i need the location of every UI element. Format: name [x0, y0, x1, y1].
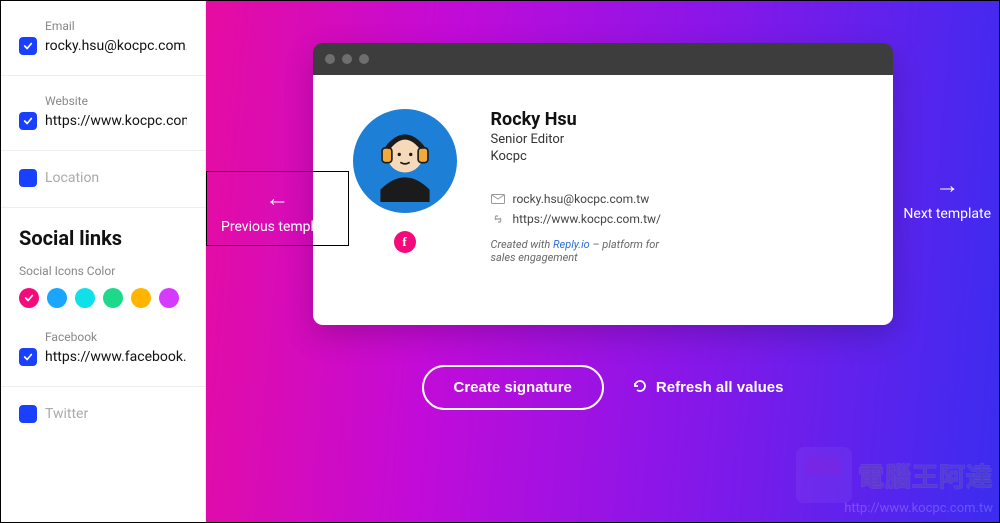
facebook-field-group: Facebook https://www.facebook.c: [19, 330, 187, 366]
watermark: 電腦王阿達 http://www.kocpc.com.tw: [796, 447, 993, 516]
avatar: [353, 109, 457, 213]
location-input[interactable]: Location: [45, 170, 99, 186]
refresh-label: Refresh all values: [656, 379, 784, 396]
facebook-input[interactable]: https://www.facebook.c: [45, 349, 187, 365]
window-dot-icon: [325, 54, 335, 64]
facebook-icon[interactable]: f: [394, 231, 416, 253]
website-checkbox[interactable]: [19, 112, 37, 130]
refresh-icon: [632, 378, 648, 398]
watermark-url: http://www.kocpc.com.tw: [796, 501, 993, 516]
signature-body: f Rocky Hsu Senior Editor Kocpc rocky.hs…: [313, 75, 893, 325]
email-checkbox[interactable]: [19, 37, 37, 55]
info-column: Rocky Hsu Senior Editor Kocpc rocky.hsu@…: [491, 109, 853, 295]
next-template-button[interactable]: → Next template: [903, 171, 991, 222]
envelope-icon: [491, 193, 505, 205]
location-checkbox[interactable]: [19, 169, 37, 187]
social-links-heading: Social links: [19, 226, 187, 250]
preview-website-row: https://www.kocpc.com.tw/: [491, 212, 853, 226]
facebook-label: Facebook: [19, 330, 187, 344]
twitter-checkbox[interactable]: [19, 405, 37, 423]
email-label: Email: [19, 19, 187, 33]
preview-canvas: ← Previous template → Next template: [206, 1, 999, 522]
preview-name: Rocky Hsu: [491, 109, 853, 130]
website-input[interactable]: https://www.kocpc.com.: [45, 113, 187, 129]
link-icon: [491, 213, 505, 225]
social-icons-color-label: Social Icons Color: [19, 264, 187, 278]
credit-text: Created with Reply.io – platform for sal…: [491, 238, 671, 264]
avatar-column: f: [353, 109, 457, 295]
window-dot-icon: [342, 54, 352, 64]
action-bar: Create signature Refresh all values: [422, 365, 784, 410]
divider: [1, 386, 205, 387]
color-swatch[interactable]: [19, 288, 39, 308]
preview-website: https://www.kocpc.com.tw/: [513, 212, 661, 226]
watermark-text: 電腦王阿達: [858, 457, 993, 494]
arrow-left-icon: ←: [221, 184, 334, 213]
preview-company: Kocpc: [491, 149, 853, 164]
preview-email: rocky.hsu@kocpc.com.tw: [513, 192, 650, 206]
divider: [1, 150, 205, 151]
color-swatch[interactable]: [159, 288, 179, 308]
email-field-group: Email rocky.hsu@kocpc.com.t: [19, 19, 187, 55]
reply-io-link[interactable]: Reply.io: [553, 238, 590, 251]
website-field-group: Website https://www.kocpc.com.: [19, 94, 187, 130]
color-swatch[interactable]: [75, 288, 95, 308]
location-field-group: Location: [19, 169, 187, 187]
color-swatches: [19, 288, 187, 308]
twitter-field-group: Twitter: [19, 405, 187, 423]
window-titlebar: [313, 43, 893, 75]
color-swatch[interactable]: [131, 288, 151, 308]
refresh-all-values-button[interactable]: Refresh all values: [632, 378, 784, 398]
settings-sidebar: Email rocky.hsu@kocpc.com.t Website http…: [1, 1, 206, 522]
divider: [1, 75, 205, 76]
window-dot-icon: [359, 54, 369, 64]
previous-template-label: Previous template: [221, 219, 334, 235]
create-signature-button[interactable]: Create signature: [422, 365, 604, 410]
arrow-right-icon: →: [903, 171, 991, 200]
watermark-mascot-icon: [796, 447, 852, 503]
website-label: Website: [19, 94, 187, 108]
twitter-input[interactable]: Twitter: [45, 406, 88, 422]
divider: [1, 207, 205, 208]
next-template-label: Next template: [903, 206, 991, 222]
preview-email-row: rocky.hsu@kocpc.com.tw: [491, 192, 853, 206]
preview-role: Senior Editor: [491, 132, 853, 147]
color-swatch[interactable]: [103, 288, 123, 308]
facebook-checkbox[interactable]: [19, 348, 37, 366]
color-swatch[interactable]: [47, 288, 67, 308]
email-input[interactable]: rocky.hsu@kocpc.com.t: [45, 38, 187, 54]
previous-template-button[interactable]: ← Previous template: [206, 171, 349, 246]
signature-preview-window: f Rocky Hsu Senior Editor Kocpc rocky.hs…: [313, 43, 893, 325]
